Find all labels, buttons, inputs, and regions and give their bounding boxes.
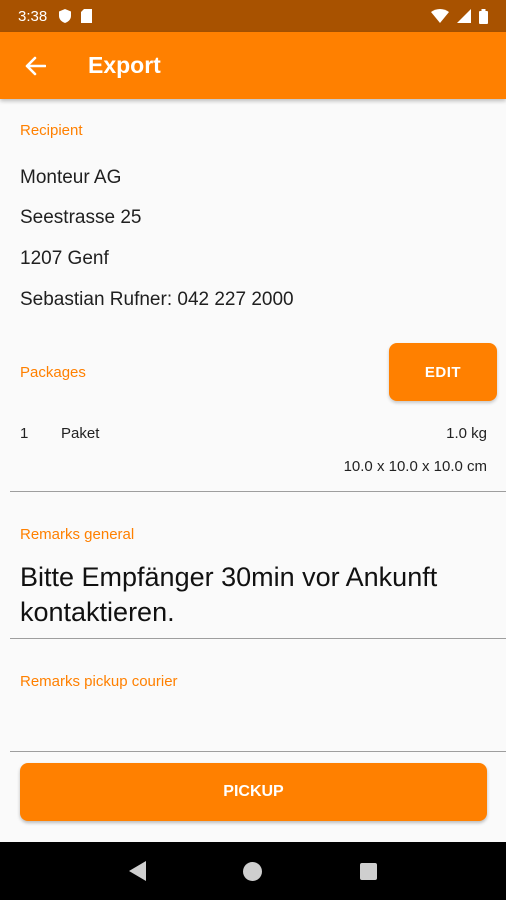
status-bar: 3:38 bbox=[0, 0, 506, 32]
shield-icon bbox=[59, 9, 72, 23]
remarks-general-field[interactable]: Bitte Empfänger 30min vor Ankunft kontak… bbox=[20, 560, 490, 630]
recipient-contact: Sebastian Rufner: 042 227 2000 bbox=[20, 289, 294, 310]
back-button[interactable] bbox=[0, 32, 70, 99]
edit-packages-button[interactable]: EDIT bbox=[389, 343, 497, 401]
package-name: Paket bbox=[61, 425, 100, 442]
remarks-pickup-underline bbox=[10, 751, 506, 752]
recipient-city: 1207 Genf bbox=[20, 248, 109, 269]
nav-home-icon[interactable] bbox=[243, 861, 263, 881]
recipient-street: Seestrasse 25 bbox=[20, 207, 142, 228]
wifi-icon bbox=[431, 9, 449, 23]
packages-label: Packages bbox=[20, 364, 86, 381]
remarks-pickup-field[interactable] bbox=[20, 700, 486, 744]
remarks-general-label: Remarks general bbox=[20, 526, 135, 543]
nav-recents-icon[interactable] bbox=[360, 862, 378, 880]
arrow-left-icon bbox=[25, 56, 46, 75]
remarks-pickup-label: Remarks pickup courier bbox=[20, 673, 178, 690]
sim-card-icon bbox=[81, 9, 93, 23]
package-weight: 1.0 kg bbox=[446, 425, 487, 442]
page-title: Export bbox=[88, 52, 161, 78]
package-dimensions: 10.0 x 10.0 x 10.0 cm bbox=[343, 458, 487, 475]
remarks-general-underline bbox=[10, 638, 506, 639]
pickup-button[interactable]: PICKUP bbox=[20, 763, 487, 821]
status-time: 3:38 bbox=[18, 7, 48, 25]
navigation-bar bbox=[0, 842, 506, 900]
nav-back-icon[interactable] bbox=[128, 861, 146, 881]
battery-icon bbox=[479, 8, 488, 24]
app-bar: Export bbox=[0, 32, 506, 99]
signal-icon bbox=[457, 9, 471, 23]
package-count: 1 bbox=[20, 425, 29, 442]
recipient-label: Recipient bbox=[20, 122, 83, 139]
divider bbox=[10, 491, 506, 492]
recipient-company: Monteur AG bbox=[20, 167, 122, 188]
